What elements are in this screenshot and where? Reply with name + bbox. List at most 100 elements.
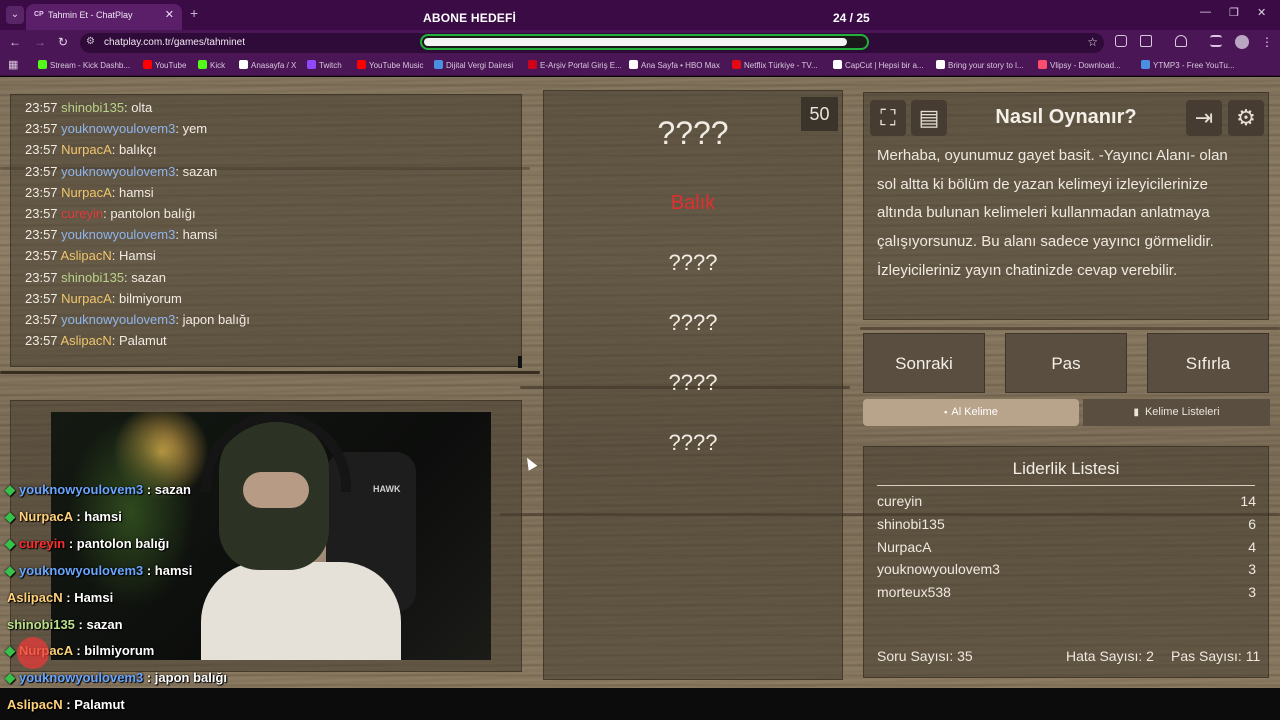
- gem-badge-icon: ◆: [5, 643, 15, 659]
- overlay-text: : bilmiyorum: [72, 643, 155, 659]
- chat-message: 23:57 AslipacN: Palamut: [25, 333, 167, 348]
- minimize-icon[interactable]: —: [1200, 6, 1211, 18]
- leaderboard-name: shinobi135: [877, 515, 945, 532]
- hidden-word-main: ????: [657, 115, 729, 151]
- cursor-highlight: [17, 637, 49, 669]
- bookmark-favicon-icon: [1141, 60, 1150, 69]
- forward-icon[interactable]: →: [34, 35, 46, 49]
- bookmark-item[interactable]: E-Arşiv Portal Giriş E...: [528, 60, 622, 70]
- chat-message: 23:57 NurpacA: bilmiyorum: [25, 291, 182, 306]
- chat-username[interactable]: NurpacA: [61, 142, 112, 157]
- profile-avatar[interactable]: [1235, 35, 1249, 49]
- settings-gear-icon[interactable]: ⚙: [1228, 100, 1264, 136]
- chat-username[interactable]: youknowyoulovem3: [61, 312, 175, 327]
- chat-username[interactable]: cureyin: [61, 206, 103, 221]
- tab-close-icon[interactable]: ✕: [165, 8, 174, 21]
- chat-username[interactable]: NurpacA: [61, 291, 112, 306]
- forbidden-word: ????: [668, 250, 718, 275]
- chat-text: balıkçı: [118, 142, 157, 158]
- gem-badge-icon: ◆: [5, 670, 15, 686]
- chat-username[interactable]: shinobi135: [61, 270, 124, 285]
- reading-list-icon[interactable]: [1210, 35, 1222, 47]
- apps-grid-icon[interactable]: ▦: [8, 58, 18, 71]
- tab-search-icon[interactable]: ⌄: [6, 6, 24, 24]
- bookmark-item[interactable]: Netflix Türkiye - TV...: [732, 60, 818, 70]
- overlay-text: : japon balığı: [143, 670, 228, 686]
- bookmark-item[interactable]: Twitch: [307, 60, 342, 70]
- chat-username[interactable]: NurpacA: [61, 185, 112, 200]
- flask-icon[interactable]: [1175, 35, 1187, 47]
- maximize-icon[interactable]: ❐: [1229, 6, 1239, 19]
- bookmark-label: YTMP3 - Free YouTu...: [1153, 61, 1235, 70]
- leaderboard-score: 4: [1248, 538, 1256, 555]
- exit-icon[interactable]: ⇥: [1186, 100, 1222, 136]
- site-info-icon[interactable]: ⚙: [86, 36, 95, 47]
- chat-timestamp: 23:57: [25, 142, 62, 158]
- chat-username[interactable]: AslipacN: [60, 333, 111, 348]
- overlay-message: ◆ NurpacA : hamsi: [5, 509, 122, 525]
- bookmark-item[interactable]: Dijital Vergi Dairesi: [434, 60, 513, 70]
- new-tab-icon[interactable]: +: [190, 5, 198, 21]
- overlay-text: : Palamut: [62, 697, 125, 713]
- bookmark-star-icon[interactable]: ☆: [1087, 35, 1098, 49]
- bookmark-item[interactable]: YouTube Music: [357, 60, 424, 70]
- back-icon[interactable]: ←: [9, 35, 21, 49]
- overlay-message: AslipacN : Palamut: [7, 697, 125, 712]
- question-count: Soru Sayısı: 35: [877, 648, 973, 664]
- pass-count: Pas Sayısı: 11: [1171, 648, 1261, 664]
- chat-separator: :: [111, 290, 119, 306]
- bookmark-item[interactable]: Kick: [198, 60, 225, 70]
- extensions-puzzle-icon[interactable]: [1140, 35, 1152, 47]
- window-close-icon[interactable]: ✕: [1257, 6, 1266, 19]
- forbidden-word: ????: [668, 430, 718, 455]
- bookmark-item[interactable]: YTMP3 - Free YouTu...: [1141, 60, 1235, 70]
- get-word-tab[interactable]: ▪ Al Kelime: [863, 399, 1079, 426]
- chat-separator: :: [111, 333, 119, 349]
- pass-button[interactable]: Pas: [1005, 333, 1127, 393]
- target-word: Balık: [670, 192, 716, 214]
- extension-icon[interactable]: [1115, 35, 1127, 47]
- chat-separator: :: [111, 248, 119, 264]
- chat-message: 23:57 cureyin: pantolon balığı: [25, 206, 196, 221]
- word-icon: ▪: [944, 407, 948, 417]
- chat-username[interactable]: youknowyoulovem3: [61, 164, 175, 179]
- word-lists-tab[interactable]: ▮ Kelime Listeleri: [1083, 399, 1270, 426]
- bookmark-item[interactable]: Stream - Kick Dashb...: [38, 60, 130, 70]
- bookmark-item[interactable]: CapCut | Hepsi bir a...: [833, 60, 924, 70]
- leaderboard-title: Liderlik Listesi: [877, 459, 1255, 486]
- next-button[interactable]: Sonraki: [863, 333, 985, 393]
- bookmark-item[interactable]: Ana Sayfa • HBO Max: [629, 60, 720, 70]
- chat-message: 23:57 NurpacA: balıkçı: [25, 142, 157, 157]
- browser-tabbar: ⌄ CP Tahmin Et - ChatPlay ✕ + — ❐ ✕: [0, 0, 1280, 30]
- gem-badge-icon: ◆: [5, 562, 15, 578]
- more-menu-icon[interactable]: ⋮: [1261, 35, 1273, 49]
- overlay-message: shinobi135 : sazan: [7, 617, 123, 632]
- bookmark-label: CapCut | Hepsi bir a...: [845, 61, 924, 70]
- fullscreen-icon[interactable]: ⛶: [870, 100, 906, 136]
- document-icon[interactable]: ▤: [911, 100, 947, 136]
- howto-text: Merhaba, oyunumuz gayet basit. -Yayıncı …: [877, 147, 1228, 279]
- leaderboard-score: 3: [1248, 584, 1256, 601]
- chat-username[interactable]: youknowyoulovem3: [61, 121, 175, 136]
- word-lists-label: Kelime Listeleri: [1144, 406, 1220, 418]
- bookmark-item[interactable]: Bring your story to l...: [936, 60, 1024, 70]
- overlay-username: AslipacN: [7, 697, 63, 713]
- chat-username[interactable]: youknowyoulovem3: [61, 227, 175, 242]
- bookmark-favicon-icon: [528, 60, 537, 69]
- bookmark-item[interactable]: Vlipsy - Download...: [1038, 60, 1121, 70]
- reload-icon[interactable]: ↻: [58, 35, 68, 49]
- chat-username[interactable]: shinobi135: [61, 100, 124, 115]
- bookmark-favicon-icon: [1038, 60, 1047, 69]
- browser-tab[interactable]: CP Tahmin Et - ChatPlay ✕: [26, 4, 182, 30]
- reset-button[interactable]: Sıfırla: [1147, 333, 1269, 393]
- gem-badge-icon: ◆: [5, 508, 15, 524]
- leaderboard-score: 14: [1240, 493, 1256, 509]
- chat-username[interactable]: AslipacN: [60, 248, 111, 263]
- bookmark-item[interactable]: Anasayfa / X: [239, 60, 296, 70]
- goal-count: 24 / 25: [833, 11, 870, 25]
- bookmark-label: Anasayfa / X: [251, 61, 297, 70]
- bookmark-item[interactable]: YouTube: [143, 60, 186, 70]
- overlay-message: AslipacN : Hamsi: [7, 590, 113, 605]
- forbidden-word: ????: [668, 370, 718, 395]
- chat-scrollbar[interactable]: [518, 356, 522, 368]
